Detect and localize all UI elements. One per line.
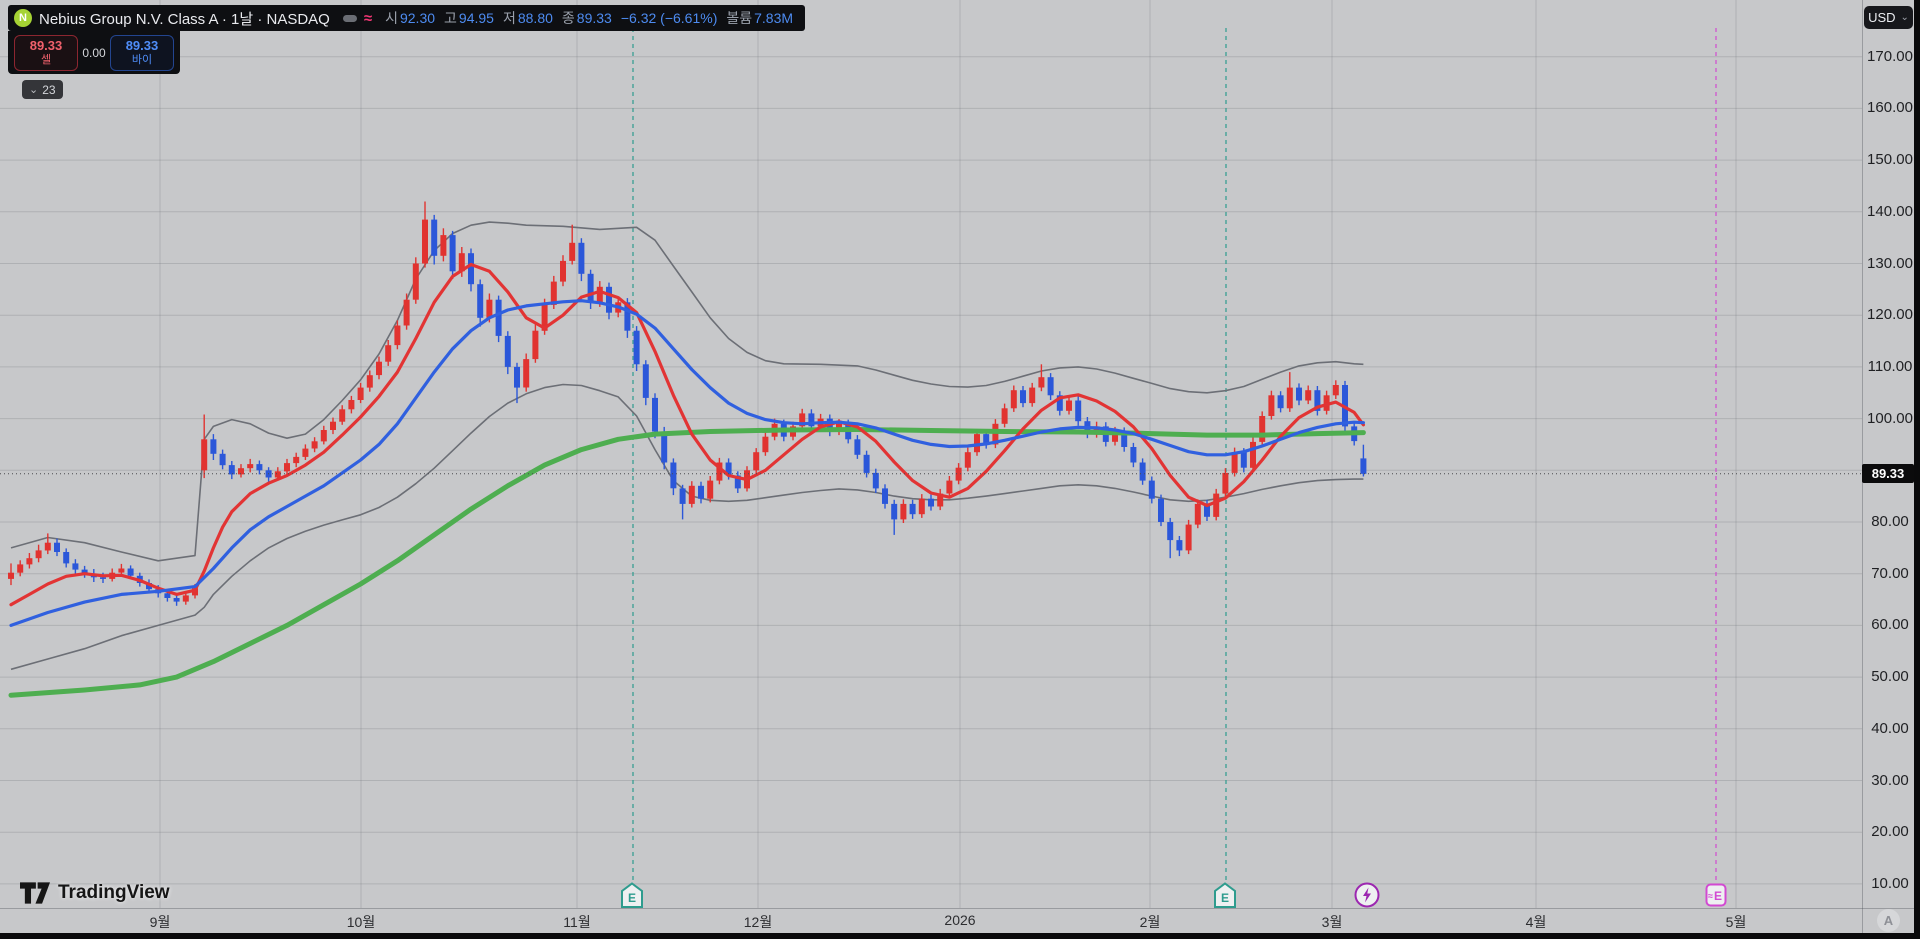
price-tick-label: 130.00 <box>1867 255 1913 272</box>
time-tick-label: 11월 <box>563 914 591 930</box>
price-tick-label: 100.00 <box>1867 410 1913 427</box>
chevron-down-icon: ⌄ <box>1900 12 1909 23</box>
sell-button[interactable]: 89.33 셀 <box>14 34 78 71</box>
time-tick-label: 12월 <box>743 914 773 930</box>
time-tick-label: 2월 <box>1139 914 1161 930</box>
price-tick-label: 30.00 <box>1871 772 1909 789</box>
time-tick-label: 3월 <box>1321 914 1343 930</box>
currency-label: USD <box>1868 10 1896 25</box>
sell-price: 89.33 <box>29 38 63 54</box>
low-value: 88.80 <box>517 10 553 26</box>
price-tick-label: 10.00 <box>1871 875 1909 892</box>
high-value: 94.95 <box>458 10 494 26</box>
window-right-edge <box>1914 0 1920 939</box>
tradingview-logo-text: TradingView <box>58 882 170 903</box>
price-tick-label: 40.00 <box>1871 720 1909 737</box>
auto-scale-button[interactable]: A <box>1877 909 1900 932</box>
price-tick-label: 150.00 <box>1867 151 1913 168</box>
event-marker[interactable]: E <box>620 882 644 914</box>
tradingview-chart-window: { "header": { "logo_letter": "N", "title… <box>0 0 1920 939</box>
buy-price: 89.33 <box>125 38 159 54</box>
earnings-estimate-icon: E≈ <box>1705 883 1727 907</box>
earnings-icon: E <box>621 882 643 908</box>
lightning-icon <box>1354 882 1380 908</box>
time-tick-label: 10월 <box>346 914 376 930</box>
window-bottom-edge <box>0 933 1920 939</box>
svg-text:≈: ≈ <box>1708 891 1713 901</box>
tradingview-logo[interactable]: TradingView <box>20 882 170 904</box>
earnings-soon-icon: ≈ <box>363 9 373 27</box>
buy-label: 바이 <box>131 53 153 66</box>
market-closed-icon <box>342 14 357 22</box>
volume-label: 볼륨 <box>726 10 753 26</box>
open-value: 92.30 <box>399 10 436 26</box>
price-tick-label: 20.00 <box>1871 823 1909 840</box>
low-label: 저 <box>502 10 516 26</box>
event-marker[interactable]: E ≈ <box>1703 882 1729 913</box>
time-tick-label: 4월 <box>1525 914 1547 930</box>
symbol-header-bar: N Nebius Group N.V. Class A · 1날 · NASDA… <box>8 5 806 31</box>
tradingview-logo-icon <box>20 882 50 904</box>
high-label: 고 <box>444 10 457 26</box>
price-tick-label: 70.00 <box>1871 565 1909 582</box>
buy-button[interactable]: 89.33 바이 <box>109 34 174 71</box>
svg-text:E: E <box>1714 889 1722 903</box>
event-marker[interactable]: E <box>1213 882 1237 914</box>
price-tick-label: 110.00 <box>1867 358 1913 375</box>
price-tick-label: 170.00 <box>1867 48 1913 65</box>
price-tick-label: 60.00 <box>1871 616 1909 633</box>
close-value: 89.33 <box>576 10 612 26</box>
currency-dropdown[interactable]: USD ⌄ <box>1864 6 1913 29</box>
price-tick-label: 50.00 <box>1871 668 1909 685</box>
price-tick-label: 140.00 <box>1867 203 1913 220</box>
last-price-label: 89.33 <box>1862 464 1914 483</box>
trade-panel: 89.33 셀 0.00 89.33 바이 <box>8 31 180 74</box>
chevron-down-icon: ⌄ <box>29 84 39 96</box>
time-tick-label: 5월 <box>1725 914 1747 930</box>
chart-plot-svg[interactable] <box>0 0 1920 939</box>
svg-text:E: E <box>1221 891 1229 905</box>
earnings-icon: E <box>1214 882 1236 908</box>
open-label: 시 <box>385 10 398 26</box>
sell-label: 셀 <box>40 53 52 66</box>
symbol-logo: N <box>14 9 32 27</box>
svg-text:E: E <box>628 891 636 905</box>
price-tick-label: 120.00 <box>1867 306 1913 323</box>
time-tick-label: 9월 <box>149 914 171 930</box>
time-tick-label: 2026 <box>944 912 976 928</box>
price-tick-label: 80.00 <box>1871 513 1909 530</box>
time-axis-separator <box>0 908 1914 909</box>
change-value: −6.32 (−6.61%) <box>620 10 718 26</box>
spread-value: 0.00 <box>82 45 106 60</box>
event-marker[interactable] <box>1354 882 1380 913</box>
symbol-title[interactable]: Nebius Group N.V. Class A · 1날 · NASDAQ <box>39 8 330 29</box>
volume-value: 7.83M <box>754 10 794 26</box>
close-label: 종 <box>561 10 575 26</box>
price-tick-label: 160.00 <box>1867 99 1913 116</box>
object-tree-count: 23 <box>42 82 56 97</box>
object-tree-badge[interactable]: ⌄ 23 <box>22 80 63 99</box>
